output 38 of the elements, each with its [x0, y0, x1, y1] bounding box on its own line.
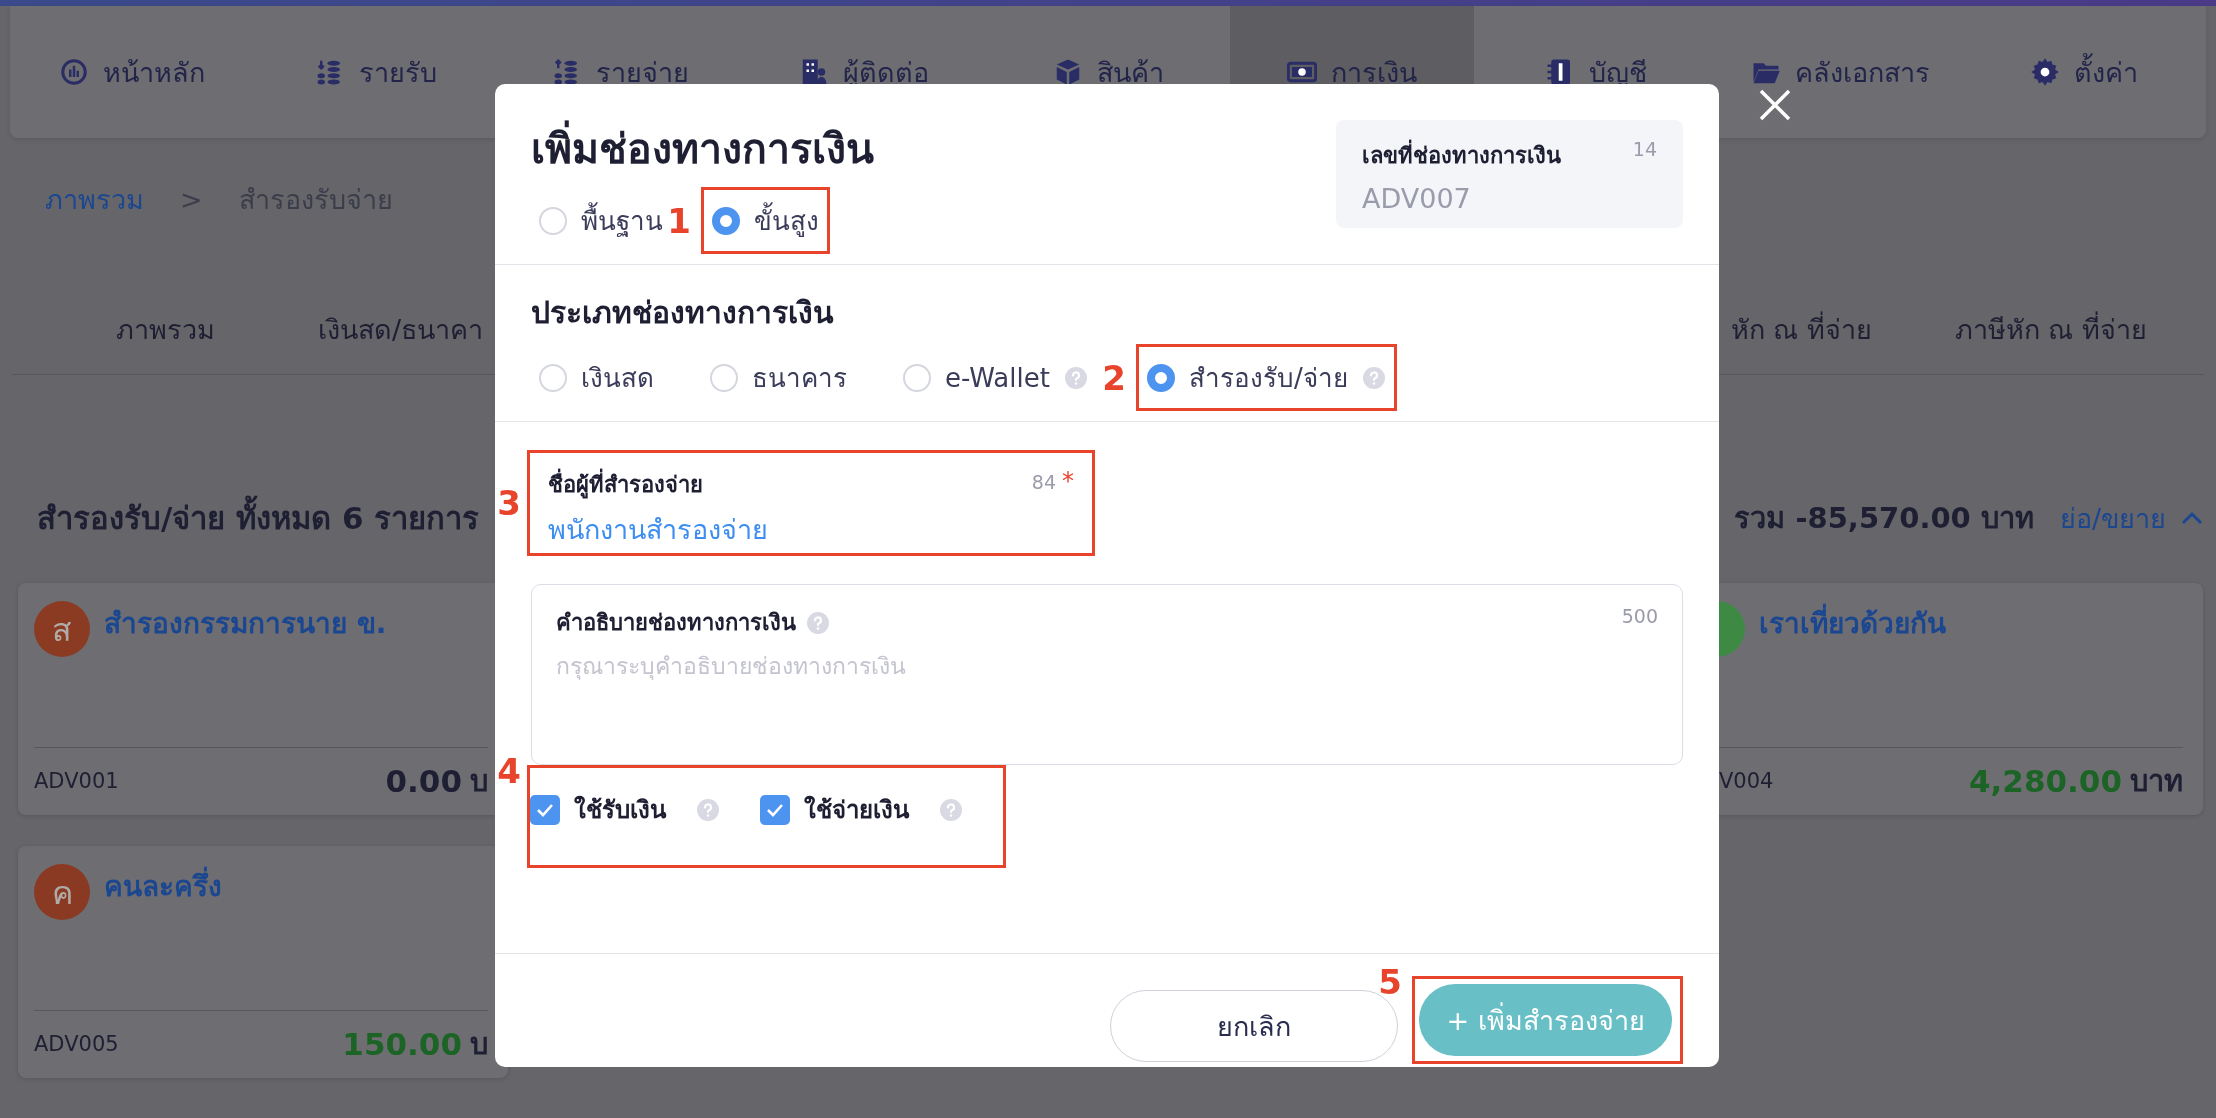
account-code: ADV005 — [34, 1032, 120, 1056]
checkbox-label: ใช้จ่ายเงิน — [804, 794, 909, 826]
option-label: เงินสด — [581, 362, 654, 395]
account-name: เราเที่ยวด้วยกัน — [1759, 601, 1946, 747]
field-label: คำอธิบายช่องทางการเงิน — [556, 609, 796, 637]
account-name: สำรองกรรมการนาย ข. — [104, 606, 387, 642]
avatar: ค — [34, 864, 90, 920]
field-label: ชื่อผู้ที่สำรองจ่าย — [548, 467, 703, 502]
account-code: V004 — [1718, 769, 1775, 793]
dialog-title: เพิ่มช่องทางการเงิน — [531, 116, 874, 181]
amount: 0.00 — [385, 763, 462, 799]
total-amount: รวม -85,570.00 บาท — [1734, 500, 2034, 537]
breadcrumb-separator: > — [180, 183, 203, 215]
amount: 150.00 — [342, 1026, 462, 1062]
callout-number: 2 — [1102, 357, 1126, 398]
avatar: ส — [34, 601, 90, 657]
currency-unit: บาท — [2130, 763, 2183, 800]
char-counter: 84 — [1031, 471, 1056, 493]
option-label: e-Wallet — [945, 362, 1050, 393]
checkbox-label: ใช้รับเงิน — [574, 794, 666, 826]
section-heading: ประเภทช่องทางการเงิน — [531, 294, 835, 332]
callout-number: 3 — [497, 483, 521, 523]
field-value: ADV007 — [1362, 183, 1472, 214]
section-heading: สำรองรับ/จ่าย ทั้งหมด 6 รายการ — [37, 493, 480, 543]
char-counter: 14 — [1632, 138, 1657, 162]
currency-unit: บ — [470, 1026, 488, 1063]
account-code: ADV001 — [34, 769, 120, 793]
currency-unit: บ — [470, 763, 488, 800]
amount: 4,280.00 — [1969, 763, 2122, 799]
option-label: ธนาคาร — [752, 362, 847, 395]
required-mark: * — [1062, 467, 1074, 495]
field-label: เลขที่ช่องทางการเงิน — [1362, 138, 1561, 173]
option-label: ขั้นสูง — [754, 200, 819, 241]
account-name: คนละครึ่ง — [104, 864, 222, 1010]
char-counter: 500 — [1621, 605, 1658, 627]
callout-number: 1 — [667, 200, 691, 241]
option-label: สำรองรับ/จ่าย — [1188, 362, 1348, 395]
option-label: พื้นฐาน — [581, 200, 663, 241]
